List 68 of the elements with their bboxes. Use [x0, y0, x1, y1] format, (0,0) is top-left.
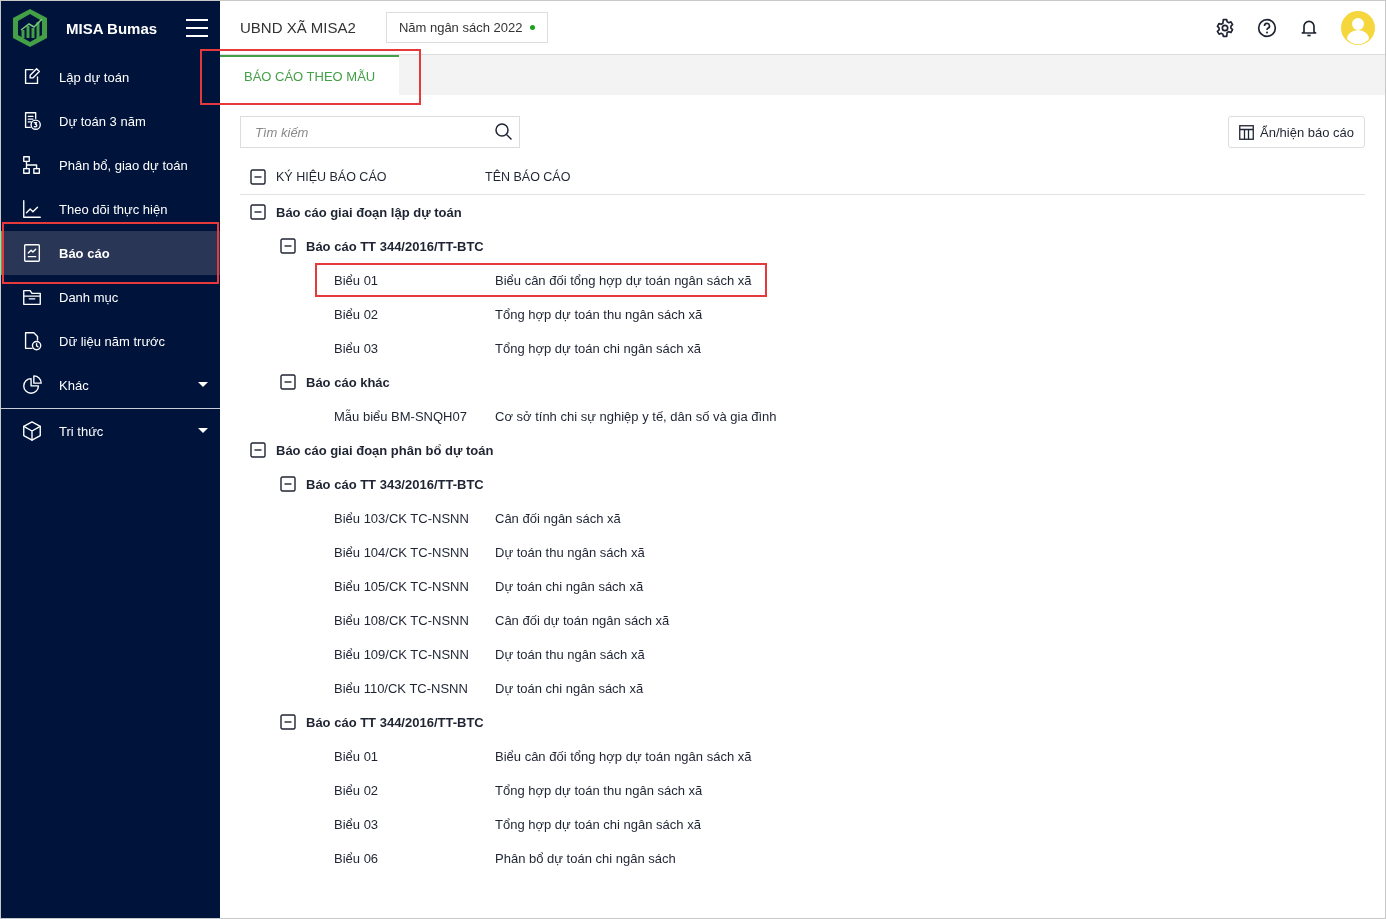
report-group[interactable]: Báo cáo TT 343/2016/TT-BTC — [306, 476, 484, 492]
collapse-icon[interactable] — [280, 238, 296, 254]
collapse-icon[interactable] — [280, 374, 296, 390]
report-code[interactable]: Biểu 103/CK TC-NSNN — [334, 510, 495, 526]
report-name[interactable]: Dự toán chi ngân sách xã — [495, 578, 644, 594]
collapse-icon[interactable] — [250, 442, 266, 458]
sidebar-item[interactable]: Báo cáo — [1, 231, 220, 275]
show-hide-reports-button[interactable]: Ẩn/hiện báo cáo — [1228, 116, 1365, 148]
menu-icon[interactable] — [186, 19, 208, 37]
report-code[interactable]: Biểu 02 — [334, 782, 495, 798]
report-code[interactable]: Biểu 03 — [334, 816, 495, 832]
report-code[interactable]: Biểu 06 — [334, 850, 495, 866]
report-code[interactable]: Mẫu biểu BM-SNQH07 — [334, 408, 495, 424]
report-name[interactable]: Tổng hợp dự toán chi ngân sách xã — [495, 340, 701, 356]
report-name[interactable]: Cân đối ngân sách xã — [495, 510, 621, 526]
report-code[interactable]: Biểu 03 — [334, 340, 495, 356]
organization-name: UBND XÃ MISA2 — [240, 19, 356, 36]
collapse-icon[interactable] — [250, 204, 266, 220]
report-group[interactable]: Báo cáo khác — [306, 374, 390, 390]
report-name[interactable]: Biểu cân đối tổng hợp dự toán ngân sách xã — [495, 748, 752, 764]
cube-icon — [21, 420, 43, 442]
report-name[interactable]: Tổng hợp dự toán thu ngân sách xã — [495, 782, 703, 798]
report-code[interactable]: Biểu 105/CK TC-NSNN — [334, 578, 495, 594]
sidebar-item[interactable]: Khác — [1, 363, 220, 407]
report-code[interactable]: Biểu 110/CK TC-NSNN — [334, 680, 495, 696]
collapse-icon[interactable] — [280, 476, 296, 492]
collapse-icon[interactable] — [250, 169, 266, 185]
report-code[interactable]: Biểu 02 — [334, 306, 495, 322]
report-code[interactable]: Biểu 01 — [334, 272, 495, 288]
app-name: MISA Bumas — [66, 19, 159, 37]
settings-icon[interactable] — [1215, 17, 1235, 38]
hierarchy-icon — [21, 154, 43, 176]
logo-icon — [11, 8, 49, 48]
report-name[interactable]: Dự toán thu ngân sách xã — [495, 646, 645, 662]
table-columns-icon — [1239, 124, 1255, 140]
report-code[interactable]: Biểu 108/CK TC-NSNN — [334, 612, 495, 628]
collapse-icon[interactable] — [280, 714, 296, 730]
report-code[interactable]: Biểu 104/CK TC-NSNN — [334, 544, 495, 560]
report-group[interactable]: Báo cáo TT 344/2016/TT-BTC — [306, 714, 484, 730]
line-chart-icon — [21, 198, 43, 220]
report-code[interactable]: Biểu 01 — [334, 748, 495, 764]
report-name[interactable]: Dự toán thu ngân sách xã — [495, 544, 645, 560]
sidebar-item[interactable]: Phân bổ, giao dự toán — [1, 143, 220, 187]
sidebar-item[interactable]: Danh mục — [1, 275, 220, 319]
report-name[interactable]: Tổng hợp dự toán thu ngân sách xã — [495, 306, 703, 322]
pie-chart-icon — [21, 374, 43, 396]
search-icon[interactable] — [494, 122, 514, 142]
report-name[interactable]: Tổng hợp dự toán chi ngân sách xã — [495, 816, 701, 832]
budget-year-selector[interactable]: Năm ngân sách 2022 — [385, 12, 549, 43]
report-icon — [21, 242, 43, 264]
sidebar-item[interactable]: Lập dự toán — [1, 55, 220, 99]
report-name[interactable]: Biểu cân đối tổng hợp dự toán ngân sách xã — [495, 272, 752, 288]
report-name[interactable]: Dự toán chi ngân sách xã — [495, 680, 644, 696]
report-group[interactable]: Báo cáo giai đoạn lập dự toán — [276, 204, 462, 220]
report-group[interactable]: Báo cáo giai đoạn phân bổ dự toán — [276, 442, 494, 458]
report-name[interactable]: Phân bổ dự toán chi ngân sách — [495, 850, 676, 866]
sidebar-item[interactable]: Tri thức — [1, 409, 220, 453]
report-code[interactable]: Biểu 109/CK TC-NSNN — [334, 646, 495, 662]
search-field[interactable]: Tìm kiếm — [240, 116, 520, 148]
help-icon[interactable] — [1257, 17, 1277, 38]
column-header: KÝ HIỆU BÁO CÁO — [276, 170, 388, 184]
sidebar-item[interactable]: Theo dõi thực hiện — [1, 187, 220, 231]
column-header: TÊN BÁO CÁO — [485, 170, 571, 184]
sidebar-item[interactable]: Dự toán 3 năm — [1, 99, 220, 143]
report-name[interactable]: Cơ sở tính chi sự nghiệp y tế, dân số và gia đình — [495, 408, 777, 424]
report-name[interactable]: Cân đối dự toán ngân sách xã — [495, 612, 670, 628]
sidebar-item[interactable]: Dữ liệu năm trước — [1, 319, 220, 363]
report-group[interactable]: Báo cáo TT 344/2016/TT-BTC — [306, 238, 484, 254]
